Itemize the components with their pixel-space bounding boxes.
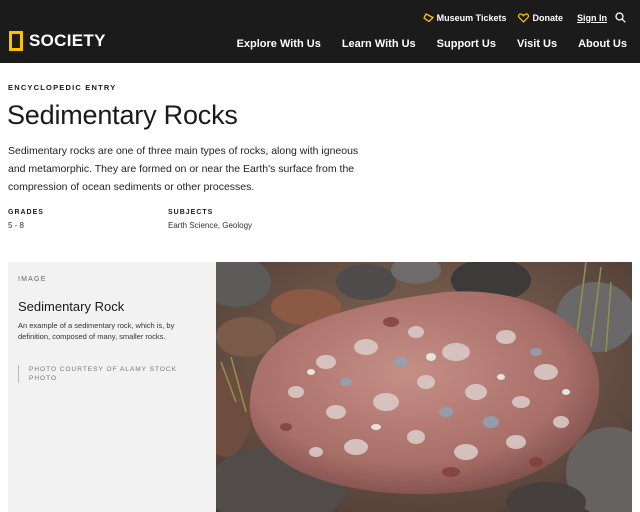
museum-tickets-label: Museum Tickets bbox=[436, 12, 507, 23]
heart-icon bbox=[518, 12, 530, 23]
sign-in-link[interactable]: Sign In bbox=[577, 13, 607, 23]
utility-bar: Museum Tickets Donate Sign In bbox=[411, 12, 626, 23]
ticket-icon bbox=[422, 13, 434, 22]
grades-meta: GRADES 5 - 8 bbox=[8, 209, 44, 230]
page-title: Sedimentary Rocks bbox=[7, 100, 238, 130]
article-summary: Sedimentary rocks are one of three main … bbox=[8, 145, 359, 193]
donate-label: Donate bbox=[532, 12, 563, 23]
grades-label: GRADES bbox=[8, 209, 44, 216]
search-button[interactable] bbox=[615, 12, 626, 23]
donate-link[interactable]: Donate bbox=[518, 13, 563, 23]
image-caption-panel: IMAGE Sedimentary Rock An example of a s… bbox=[8, 262, 216, 512]
nav-learn-with-us[interactable]: Learn With Us bbox=[342, 38, 416, 50]
logo-text: SOCIETY bbox=[29, 31, 106, 50]
nav-about-us[interactable]: About Us bbox=[578, 38, 627, 50]
sedimentary-rock-photo[interactable] bbox=[216, 262, 632, 512]
site-logo[interactable]: SOCIETY bbox=[9, 31, 106, 51]
image-eyebrow: IMAGE bbox=[18, 276, 47, 283]
subjects-label: SUBJECTS bbox=[168, 209, 214, 216]
nav-support-us[interactable]: Support Us bbox=[437, 38, 496, 50]
nav-visit-us[interactable]: Visit Us bbox=[517, 38, 557, 50]
site-header: SOCIETY Museum Tickets Donate Sign In Ex… bbox=[0, 0, 640, 63]
nav-explore-with-us[interactable]: Explore With Us bbox=[237, 38, 321, 50]
image-description: An example of a sedimentary rock, which … bbox=[18, 321, 175, 341]
subjects-value: Earth Science, Geology bbox=[168, 221, 253, 230]
subjects-meta: SUBJECTS Earth Science, Geology bbox=[168, 209, 252, 230]
main-nav: Explore With Us Learn With Us Support Us… bbox=[216, 38, 627, 50]
article-type-eyebrow: ENCYCLOPEDIC ENTRY bbox=[8, 83, 117, 92]
grades-value: 5 - 8 bbox=[8, 221, 25, 230]
rock-photo-illustration bbox=[216, 262, 632, 512]
search-icon bbox=[615, 12, 626, 23]
image-credit: PHOTO COURTESY OF ALAMY STOCK PHOTO bbox=[18, 365, 193, 383]
museum-tickets-link[interactable]: Museum Tickets bbox=[422, 12, 507, 23]
logo-yellow-frame-icon bbox=[9, 31, 23, 51]
image-title: Sedimentary Rock bbox=[18, 299, 125, 314]
